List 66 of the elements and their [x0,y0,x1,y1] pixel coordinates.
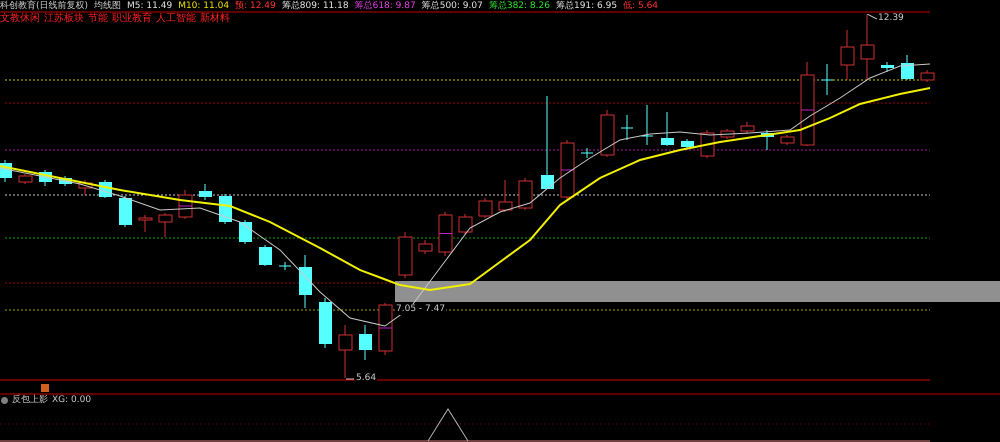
candlestick [681,138,694,150]
candlestick [39,170,52,186]
candlestick [840,30,854,80]
candlestick [378,302,392,356]
indicator-legend-text: 预: 12.49 [235,0,276,12]
candlestick [239,220,252,244]
indicator-legend-text: 筹总809: 11.18 [282,0,349,12]
price-label: 7.05 - 7.47 [395,304,446,315]
candlestick [278,262,292,270]
indicator-name: 反包上影 [12,395,48,406]
candlestick [780,134,794,146]
marker-icon [41,384,49,392]
indicator-legend-text: 均线图 [94,0,122,12]
candlestick [620,114,634,140]
price-label: 12.39 [878,13,904,24]
indicator-legend-text: 筹总618: 9.87 [354,0,416,12]
candlestick [438,212,452,256]
candlestick [138,214,152,232]
candlestick [740,122,754,134]
candlestick [860,14,874,80]
candlestick [881,62,894,72]
candlestick [720,128,734,140]
candlestick [518,178,532,210]
leader-line [346,378,354,380]
candlestick [560,140,574,200]
candlestick [398,232,412,278]
sector-tag[interactable]: 文教休闲 [0,13,40,25]
sector-tag[interactable]: 江苏板块 [44,13,84,25]
candlestick [661,112,674,146]
candlestick [418,240,432,254]
candlestick [478,198,492,218]
candlestick [458,214,472,234]
candlestick [820,64,834,96]
sector-tag[interactable]: 新材料 [200,13,230,25]
indicator-legend-text: 筹总382: 8.26 [488,0,550,12]
candlestick [498,180,512,212]
candlestick [640,104,654,146]
candlestick [59,176,72,186]
candlestick [18,174,32,184]
candlestick [901,54,914,80]
candlestick [761,130,774,150]
candlestick [158,212,172,238]
candlestick [199,184,212,200]
candlestick [600,110,614,158]
sector-tag[interactable]: 人工智能 [156,13,196,25]
candlestick [359,324,372,360]
signal-line [428,408,468,442]
candlestick [0,160,12,182]
candlestick [78,180,92,196]
indicator-reading: XG: 0.00 [52,395,92,406]
indicator-legend-text: 科创教育(日线前复权) [0,0,88,12]
candlestick [259,244,272,266]
candlestick [920,70,934,82]
sector-tag[interactable]: 职业教育 [112,13,152,25]
indicator-legend-text: 筹总500: 9.07 [422,0,483,12]
sector-tag[interactable]: 节能 [88,13,108,25]
indicator-legend-text: 低: 5.64 [623,0,658,12]
candlestick [338,324,352,378]
indicator-legend-text: M5: 11.49 [127,0,172,12]
candlestick [119,196,132,228]
indicator-legend-text: 筹总191: 6.95 [556,0,618,12]
candlestick [299,254,312,308]
indicator-legend-text: M10: 11.04 [178,0,230,12]
leader-line [867,14,877,20]
candlestick [319,298,332,348]
candlestick [580,148,594,158]
